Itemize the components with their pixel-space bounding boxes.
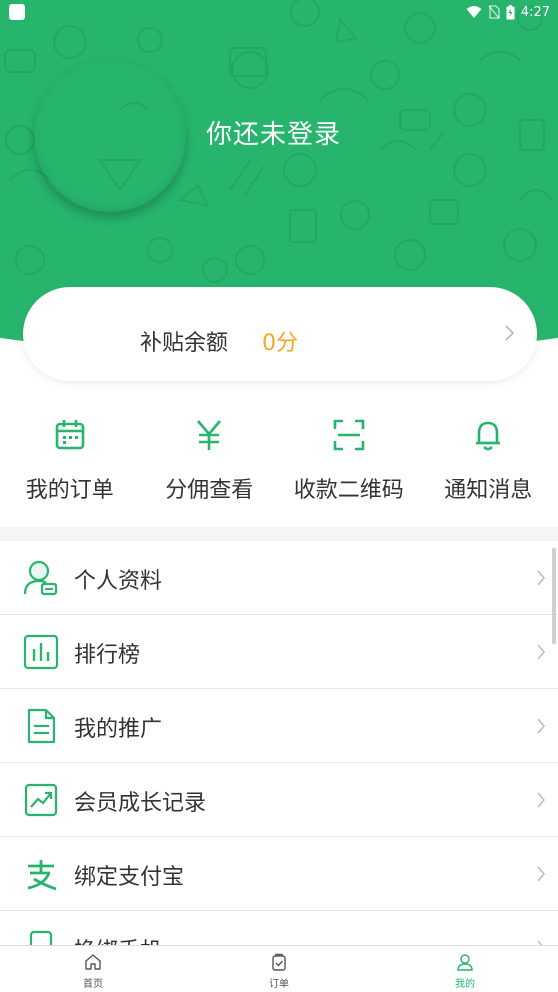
section-divider (0, 527, 558, 541)
balance-value: 0分 (262, 331, 298, 356)
alipay-icon (27, 860, 57, 891)
tab-label: 订单 (269, 979, 289, 990)
yen-icon (197, 420, 222, 450)
bell-icon (476, 421, 501, 451)
wifi-icon (466, 6, 482, 18)
document-icon (27, 708, 56, 744)
menu-item-label: 排行榜 (74, 643, 141, 668)
chevron-right-icon (537, 792, 545, 808)
tab-label: 我的 (455, 979, 475, 990)
tab-mine[interactable]: 我的 (372, 946, 558, 992)
calendar-icon (55, 420, 85, 450)
login-prompt[interactable]: 你还未登录 (206, 114, 341, 151)
menu-item-membership-growth[interactable]: 会员成长记录 (0, 763, 558, 837)
chevron-right-icon (537, 866, 545, 882)
chevron-right-icon (537, 644, 545, 660)
menu-item-label: 会员成长记录 (74, 791, 207, 816)
scrollbar[interactable] (552, 548, 556, 644)
commission-label: 分佣查看 (165, 478, 254, 503)
my-orders-label: 我的订单 (25, 478, 114, 503)
qr-code-label: 收款二维码 (293, 478, 404, 503)
menu-item-leaderboard[interactable]: 排行榜 (0, 615, 558, 689)
notifications-button[interactable]: 通知消息 (419, 410, 558, 510)
tab-label: 首页 (83, 979, 103, 990)
menu-item-promotion[interactable]: 我的推广 (0, 689, 558, 763)
user-icon (457, 954, 473, 971)
profile-card-icon (23, 560, 58, 596)
menu-item-label: 我的推广 (74, 717, 163, 742)
tab-orders[interactable]: 订单 (186, 946, 372, 992)
clock: 4:27 (520, 4, 550, 20)
quick-actions: 我的订单 分佣查看 收款二维码 通知消息 (0, 410, 558, 510)
home-icon (85, 954, 101, 970)
menu-item-bind-alipay[interactable]: 绑定支付宝 (0, 837, 558, 911)
notifications-label: 通知消息 (444, 478, 533, 503)
bottom-tab-bar: 首页 订单 我的 (0, 945, 558, 992)
scan-icon (333, 419, 365, 451)
avatar[interactable] (34, 60, 186, 212)
trend-icon (24, 783, 58, 817)
chevron-right-icon (505, 325, 515, 341)
menu-item-label: 个人资料 (74, 569, 163, 594)
tab-home[interactable]: 首页 (0, 946, 186, 992)
menu-item-profile[interactable]: 个人资料 (0, 541, 558, 615)
menu-item-label: 绑定支付宝 (74, 865, 185, 890)
qr-code-button[interactable]: 收款二维码 (279, 410, 419, 510)
chevron-right-icon (537, 718, 545, 734)
bar-chart-icon (23, 634, 59, 670)
app-notification-icon (9, 4, 25, 20)
no-sim-icon (488, 5, 500, 19)
subsidy-balance-card[interactable]: 补贴余额 0分 (23, 287, 537, 381)
chevron-right-icon (537, 570, 545, 586)
status-bar: 4:27 (0, 0, 558, 24)
order-bag-icon (272, 953, 286, 971)
settings-menu: 个人资料 排行榜 我的推广 会员成长记录 绑定支付宝 (0, 541, 558, 985)
battery-charging-icon (506, 4, 515, 19)
my-orders-button[interactable]: 我的订单 (0, 410, 140, 510)
status-indicators: 4:27 (466, 2, 550, 22)
balance-label: 补贴余额 (140, 331, 229, 356)
commission-button[interactable]: 分佣查看 (140, 410, 280, 510)
